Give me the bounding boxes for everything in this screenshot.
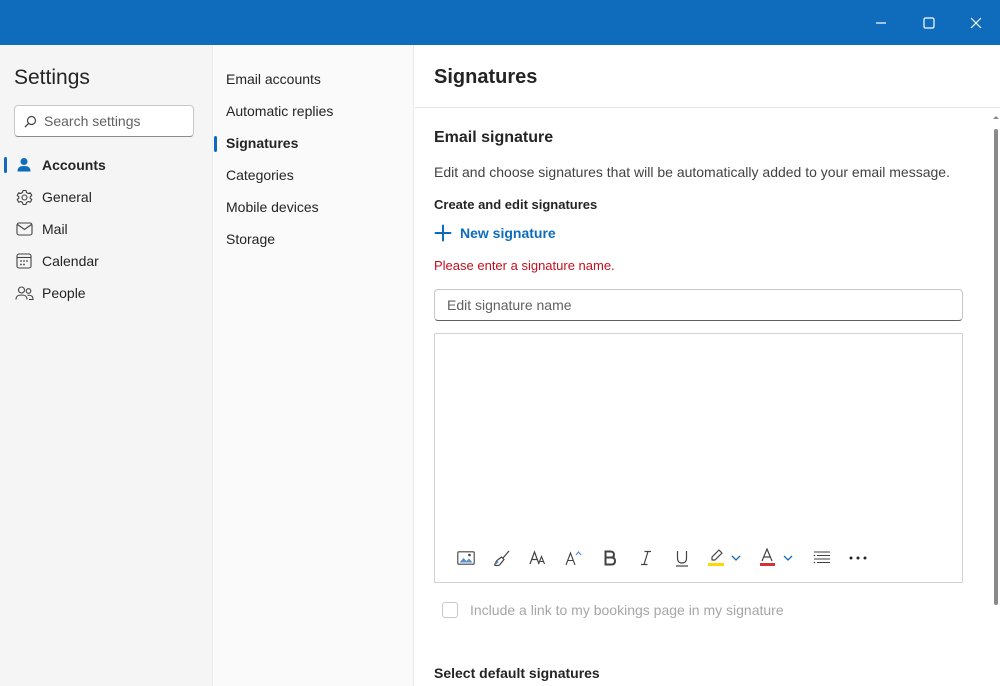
new-signature-button[interactable]: New signature [434,224,556,242]
formatting-toolbar [452,544,880,572]
close-button[interactable] [952,0,1000,45]
more-options-icon [849,556,867,560]
default-signatures-heading: Select default signatures [434,665,600,681]
gear-icon [14,187,34,207]
underline-button[interactable] [668,544,696,572]
subnav-item-storage[interactable]: Storage [226,227,406,251]
accounts-subnav: Email accounts Automatic replies Signatu… [214,45,414,686]
nav-item-accounts[interactable]: Accounts [14,152,204,178]
page-title: Signatures [434,66,538,88]
subnav-item-categories[interactable]: Categories [226,163,406,187]
settings-nav: Settings Accounts General Mail Calendar … [0,45,213,686]
highlight-button[interactable] [704,544,748,572]
insert-picture-icon [457,551,475,565]
minimize-icon [876,21,886,24]
bookings-link-label: Include a link to my bookings page in my… [470,602,784,618]
italic-icon [641,550,651,566]
title-bar [0,0,1000,45]
scrollbar[interactable] [990,111,1000,686]
person-icon [14,155,34,175]
selected-indicator [4,157,7,173]
maximize-button[interactable] [905,0,953,45]
bold-icon [604,550,617,566]
italic-button[interactable] [632,544,660,572]
bullets-button[interactable] [808,544,836,572]
nav-item-label: Calendar [42,253,99,269]
bullets-icon [813,551,830,564]
font-size-icon [529,550,546,565]
maximize-icon [923,16,935,29]
nav-item-label: General [42,189,92,205]
close-icon [970,17,982,28]
scroll-up-icon[interactable] [991,113,1000,121]
underline-icon [676,550,688,567]
settings-title: Settings [14,66,90,89]
people-icon [14,283,34,303]
font-color-button[interactable] [756,544,800,572]
header-divider [415,107,1000,108]
nav-item-mail[interactable]: Mail [14,216,204,242]
subnav-item-automatic-replies[interactable]: Automatic replies [226,99,406,123]
nav-item-people[interactable]: People [14,280,204,306]
add-icon [434,224,452,242]
subnav-item-mobile-devices[interactable]: Mobile devices [226,195,406,219]
bold-button[interactable] [596,544,624,572]
calendar-icon [14,251,34,271]
section-title: Email signature [434,129,554,146]
format-painter-button[interactable] [488,544,516,572]
nav-item-label: Accounts [42,157,106,173]
error-message: Please enter a signature name. [434,258,615,273]
highlight-icon [708,549,741,566]
grow-font-icon [565,551,582,566]
nav-item-calendar[interactable]: Calendar [14,248,204,274]
subnav-item-email-accounts[interactable]: Email accounts [226,67,406,91]
search-input[interactable] [44,113,184,129]
font-size-button[interactable] [524,544,552,572]
search-box[interactable] [14,105,194,137]
section-description: Edit and choose signatures that will be … [434,164,950,180]
subnav-item-signatures[interactable]: Signatures [226,131,406,155]
scrollbar-thumb[interactable] [994,129,998,605]
signatures-panel: Signatures Email signature Edit and choo… [415,45,1000,686]
subnav-selected-indicator [214,136,217,152]
more-options-button[interactable] [844,544,872,572]
new-signature-label: New signature [460,225,556,241]
insert-picture-button[interactable] [452,544,480,572]
bookings-link-option: Include a link to my bookings page in my… [442,602,784,618]
mail-icon [14,219,34,239]
signature-name-input[interactable] [434,289,963,321]
signature-editor[interactable] [434,333,963,583]
search-icon [24,115,37,127]
nav-item-label: Mail [42,221,68,237]
format-painter-icon [493,550,510,567]
nav-item-label: People [42,285,86,301]
grow-font-button[interactable] [560,544,588,572]
font-color-icon [760,548,793,566]
create-edit-heading: Create and edit signatures [434,197,598,212]
bookings-link-checkbox[interactable] [442,602,458,618]
minimize-button[interactable] [857,0,905,45]
nav-item-general[interactable]: General [14,184,204,210]
